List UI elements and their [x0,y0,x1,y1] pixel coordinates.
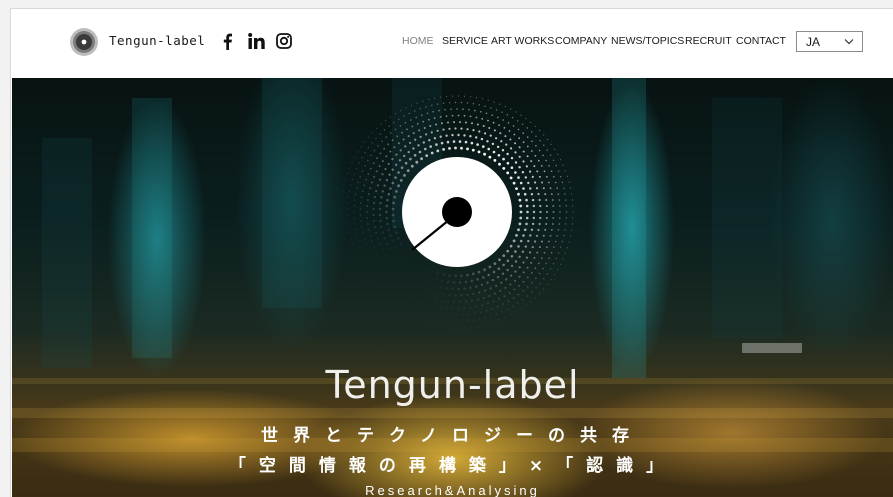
nav-company[interactable]: COMPANY [555,35,607,47]
hero-subtitle-3: Research&Analysing [365,483,540,497]
nav-news-topics[interactable]: NEWS/TOPICS [611,35,684,47]
window-frame-top [0,0,893,8]
nav-recruit[interactable]: RECRUIT [685,35,732,47]
hero-subtitle-2: 「空間情報の再構築」×「認識」 [228,456,677,476]
site-header: Tengun-label HOME SERVICE ART WORKS COMP… [12,9,893,78]
nav-service[interactable]: SERVICE [442,35,488,47]
linkedin-icon[interactable] [246,31,266,51]
facebook-icon[interactable] [220,31,234,51]
hero-subtitle-1: 世界とテクノロジーの共存 [261,426,644,446]
brand-name[interactable]: Tengun-label [109,33,205,48]
language-selected: JA [806,35,821,49]
nav-art-works[interactable]: ART WORKS [491,35,554,47]
hero-title: Tengun-label [325,363,580,407]
instagram-icon[interactable] [275,31,293,51]
nav-contact[interactable]: CONTACT [736,35,786,47]
chevron-down-icon [844,39,854,45]
nav-home[interactable]: HOME [402,35,434,47]
window-frame-left [0,8,11,497]
vinyl-record-icon[interactable] [69,27,99,57]
hero-section: Tengun-label 世界とテクノロジーの共存 「空間情報の再構築」×「認識… [12,78,893,497]
language-select[interactable]: JA [796,31,863,52]
